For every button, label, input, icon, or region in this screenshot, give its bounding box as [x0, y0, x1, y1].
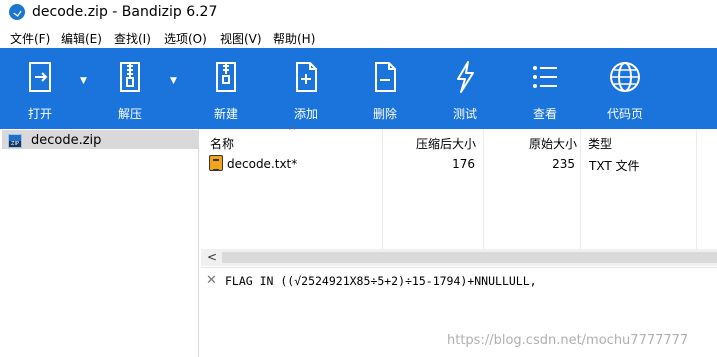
tree-item-label: decode.zip	[31, 133, 102, 148]
scroll-left-chevron-icon[interactable]: <	[207, 250, 217, 264]
view-button[interactable]: 查看	[513, 48, 577, 129]
extract-dropdown-chevron-icon[interactable]: ▼	[170, 76, 177, 86]
menu-view[interactable]: 视图(V)	[220, 30, 262, 47]
extract-button[interactable]: 解压	[98, 48, 162, 129]
menu-help[interactable]: 帮助(H)	[273, 30, 315, 47]
column-header-packed-size[interactable]: 压缩后大小	[416, 135, 476, 152]
menu-options[interactable]: 选项(O)	[164, 30, 207, 47]
menu-bar: 文件(F) 编辑(E) 查找(I) 选项(O) 视图(V) 帮助(H)	[0, 27, 717, 47]
menu-find[interactable]: 查找(I)	[114, 30, 151, 47]
new-archive-icon	[216, 62, 236, 92]
add-button[interactable]: 添加	[274, 48, 338, 129]
horizontal-scrollbar[interactable]: <	[201, 249, 717, 266]
file-packed-size: 176	[452, 157, 475, 171]
toolbar: 打开 ▼ 解压 ▼ 新建 添加 删除 测试 查看 代码页	[0, 48, 717, 129]
text-file-icon	[209, 155, 223, 171]
codepage-label: 代码页	[606, 107, 643, 121]
file-original-size: 235	[552, 157, 575, 171]
test-label: 测试	[452, 107, 477, 121]
new-archive-button[interactable]: 新建	[194, 48, 258, 129]
column-divider[interactable]	[483, 129, 484, 249]
view-label: 查看	[532, 107, 557, 121]
window-title: decode.zip - Bandizip 6.27	[32, 4, 218, 20]
archive-comment-panel: ✕ FLAG IN ((√2524921X85÷5+2)÷15-1794)+NN…	[201, 267, 717, 357]
archive-comment-text: FLAG IN ((√2524921X85÷5+2)÷15-1794)+NNUL…	[225, 274, 537, 288]
column-header-name[interactable]: 名称	[210, 135, 234, 152]
delete-file-icon	[375, 62, 396, 92]
delete-label: 删除	[372, 107, 397, 121]
close-icon[interactable]: ✕	[206, 273, 217, 288]
title-bar: decode.zip - Bandizip 6.27	[0, 0, 717, 26]
menu-file[interactable]: 文件(F)	[10, 30, 50, 47]
bandizip-logo-icon	[9, 4, 25, 20]
open-dropdown-chevron-icon[interactable]: ▼	[80, 76, 87, 86]
watermark-text: https://blog.csdn.net/mochu7777777	[447, 333, 689, 348]
add-label: 添加	[293, 107, 318, 121]
file-name: decode.txt*	[227, 157, 298, 171]
menu-edit[interactable]: 编辑(E)	[61, 30, 102, 47]
codepage-button[interactable]: 代码页	[593, 48, 657, 129]
archive-tree: decode.zip	[0, 129, 199, 357]
add-file-icon	[296, 62, 317, 92]
zip-archive-icon	[8, 134, 22, 148]
new-archive-label: 新建	[213, 107, 238, 121]
test-button[interactable]: 测试	[433, 48, 497, 129]
open-button[interactable]: 打开	[8, 48, 72, 129]
extract-zipper-icon	[120, 62, 140, 92]
file-list: ^ 名称 压缩后大小 原始大小 类型 decode.txt* 176 235 T…	[201, 126, 717, 249]
delete-button[interactable]: 删除	[353, 48, 417, 129]
scrollbar-thumb[interactable]	[222, 252, 717, 263]
view-list-icon	[533, 66, 557, 88]
extract-label: 解压	[117, 107, 142, 121]
codepage-globe-icon	[610, 62, 640, 92]
column-header-type[interactable]: 类型	[588, 135, 612, 152]
sort-ascending-icon: ^	[288, 126, 297, 137]
tree-item-decode-zip[interactable]: decode.zip	[2, 130, 199, 149]
column-header-original-size[interactable]: 原始大小	[529, 135, 577, 152]
column-divider[interactable]	[580, 129, 581, 249]
column-divider[interactable]	[696, 129, 697, 249]
open-folder-icon	[29, 62, 51, 92]
table-row[interactable]: decode.txt* 176 235 TXT 文件	[201, 154, 717, 174]
test-lightning-icon	[457, 61, 474, 93]
open-label: 打开	[27, 107, 52, 121]
file-type: TXT 文件	[589, 159, 640, 173]
column-divider[interactable]	[382, 129, 383, 249]
